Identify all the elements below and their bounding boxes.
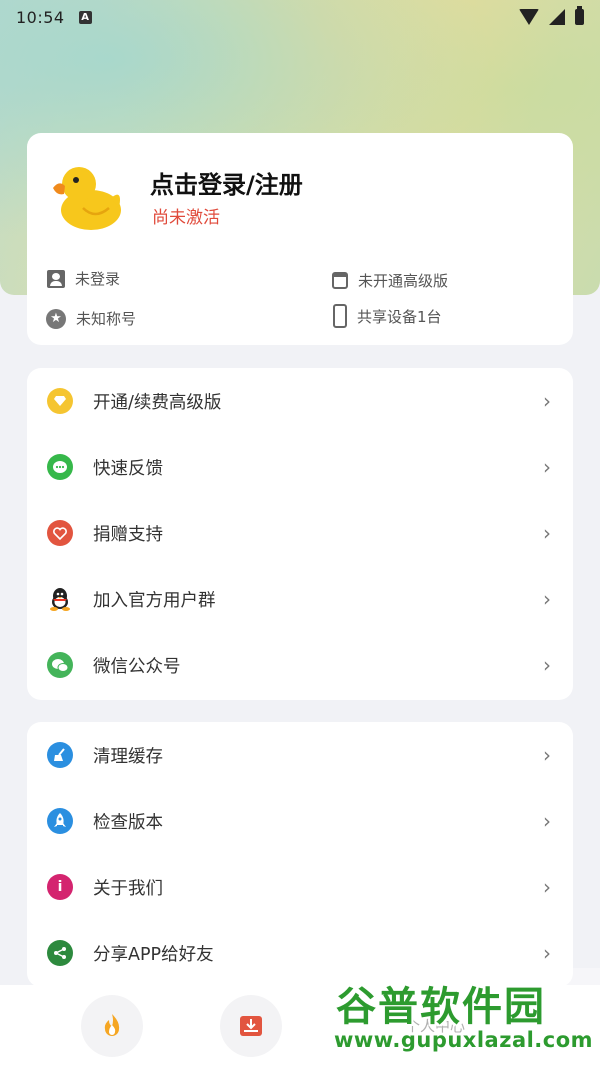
chevron-right-icon: ›: [543, 941, 551, 965]
vip-state-text: 未开通高级版: [358, 272, 449, 290]
menu-card-secondary: 清理缓存 › 检查版本 › i 关于我们 › 分享APP给好友 ›: [27, 722, 573, 987]
devices-text: 共享设备1台: [357, 307, 442, 326]
flame-icon: [104, 1014, 120, 1036]
chevron-right-icon: ›: [543, 455, 551, 479]
diamond-icon: [47, 388, 73, 414]
menu-item-about[interactable]: i 关于我们 ›: [27, 854, 573, 920]
menu-label: 加入官方用户群: [93, 590, 216, 611]
share-icon: [47, 940, 73, 966]
menu-label: 清理缓存: [93, 746, 163, 767]
nickname-info: ★ 未知称号: [46, 308, 136, 329]
profile-card[interactable]: 点击登录/注册 尚未激活 未登录 ★ 未知称号 未开通高级版 共享设备1台: [27, 133, 573, 345]
menu-label: 关于我们: [93, 878, 163, 899]
menu-item-wechat[interactable]: 微信公众号 ›: [27, 632, 573, 698]
rocket-icon: [47, 808, 73, 834]
nickname-text: 未知称号: [76, 310, 137, 328]
menu-label: 检查版本: [93, 812, 163, 833]
vip-info: 未开通高级版: [332, 270, 448, 291]
star-icon: ★: [46, 308, 66, 329]
qq-icon: [47, 586, 73, 612]
chevron-right-icon: ›: [543, 389, 551, 413]
menu-label: 捐赠支持: [93, 524, 163, 545]
person-icon: [47, 269, 65, 288]
wifi-icon: [519, 9, 539, 25]
watermark: 谷普软件园 www.gupuxlazal.com: [328, 968, 600, 1060]
notification-icon: A: [78, 10, 92, 24]
chevron-right-icon: ›: [543, 743, 551, 767]
chevron-right-icon: ›: [543, 521, 551, 545]
login-state-info: 未登录: [47, 268, 120, 289]
menu-item-upgrade[interactable]: 开通/续费高级版 ›: [27, 368, 573, 434]
battery-icon: [575, 6, 584, 25]
menu-item-join-group[interactable]: 加入官方用户群 ›: [27, 566, 573, 632]
menu-item-clear-cache[interactable]: 清理缓存 ›: [27, 722, 573, 788]
chevron-right-icon: ›: [543, 809, 551, 833]
phone-icon: [333, 304, 347, 328]
menu-item-check-version[interactable]: 检查版本 ›: [27, 788, 573, 854]
chevron-right-icon: ›: [543, 875, 551, 899]
status-bar: 10:54 A: [0, 0, 600, 34]
status-time: 10:54: [16, 7, 65, 27]
chevron-right-icon: ›: [543, 587, 551, 611]
info-icon: i: [47, 874, 73, 900]
tab-hot[interactable]: [81, 995, 143, 1057]
watermark-url: www.gupuxlazal.com: [334, 1028, 594, 1052]
calendar-icon: [332, 272, 348, 289]
wechat-icon: [47, 652, 73, 678]
menu-item-donate[interactable]: 捐赠支持 ›: [27, 500, 573, 566]
menu-card-primary: 开通/续费高级版 › 快速反馈 › 捐赠支持 › 加入官方用户群 › 微信公众号…: [27, 368, 573, 700]
menu-label: 开通/续费高级版: [93, 392, 222, 413]
login-register-link[interactable]: 点击登录/注册: [150, 165, 303, 200]
activation-status: 尚未激活: [152, 208, 220, 228]
download-icon: [240, 1016, 262, 1036]
menu-item-feedback[interactable]: 快速反馈 ›: [27, 434, 573, 500]
menu-label: 分享APP给好友: [93, 944, 214, 965]
chevron-right-icon: ›: [543, 653, 551, 677]
menu-label: 快速反馈: [93, 458, 163, 479]
menu-label: 微信公众号: [93, 656, 181, 677]
chat-icon: [47, 454, 73, 480]
broom-icon: [47, 742, 73, 768]
login-state-text: 未登录: [75, 270, 121, 288]
signal-icon: [549, 9, 565, 25]
devices-info: 共享设备1台: [333, 304, 442, 328]
heart-icon: [47, 520, 73, 546]
duck-avatar-icon[interactable]: [49, 158, 125, 234]
tab-download[interactable]: [220, 995, 282, 1057]
watermark-title: 谷普软件园: [336, 984, 546, 1030]
